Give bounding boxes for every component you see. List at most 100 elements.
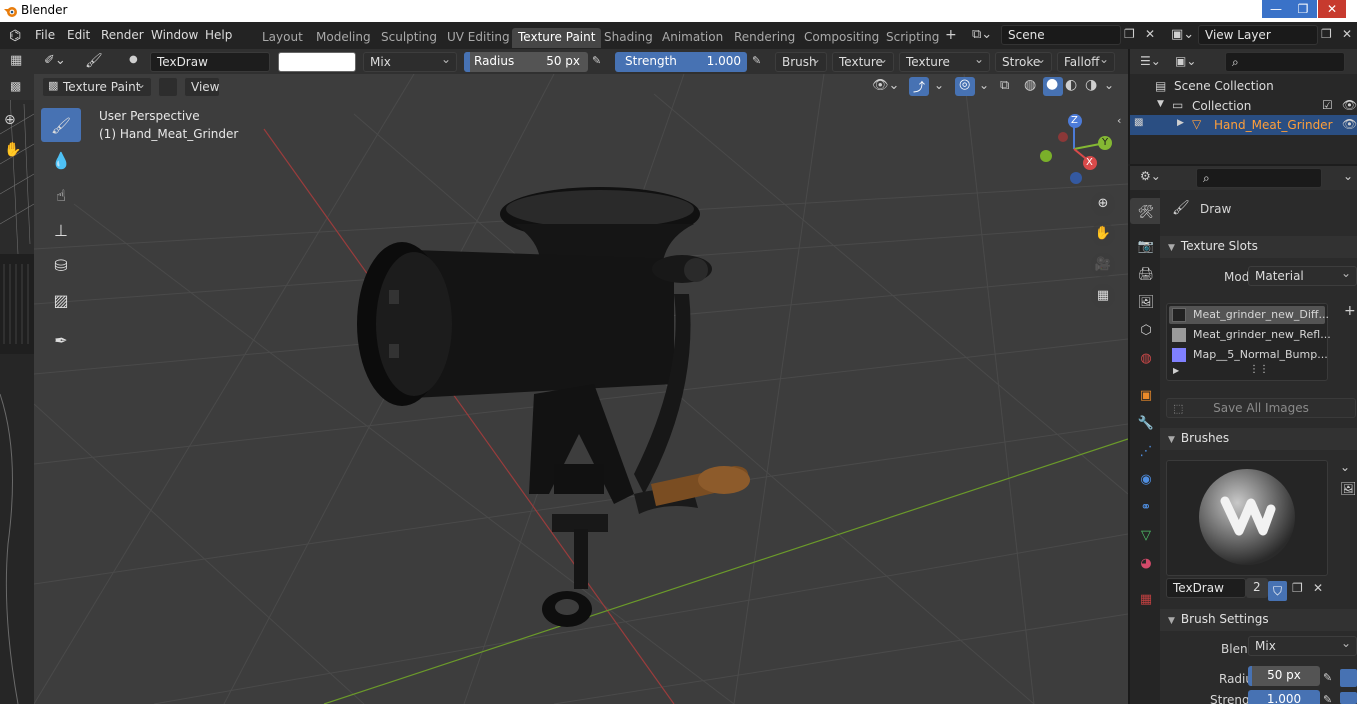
brushes-section-header[interactable]: ▼ Brushes [1160, 428, 1357, 450]
scene-selector-icon[interactable]: ⧉⌄ [972, 27, 992, 42]
menu-render[interactable]: Render [101, 28, 144, 42]
outliner-object-name[interactable]: Hand_Meat_Grinder [1214, 118, 1333, 132]
xray-toggle-icon[interactable]: ⧉ [1000, 78, 1009, 93]
properties-options-icon[interactable]: ⌄ [1343, 169, 1353, 183]
texture-mask-menu[interactable]: Texture Mask [899, 50, 990, 88]
texture-slots-section-header[interactable]: ▼ Texture Slots [1160, 236, 1357, 258]
tab-rendering[interactable]: Rendering [728, 28, 801, 48]
tab-texture-paint[interactable]: Texture Paint [512, 28, 602, 48]
brush-radius-slider[interactable]: 50 px [1248, 666, 1320, 686]
sidebar-toggle-icon[interactable]: ‹ [1117, 114, 1121, 127]
particles-tab-icon[interactable]: ⋰ [1137, 443, 1155, 461]
duplicate-brush-icon[interactable]: ❐ [1292, 581, 1303, 595]
blender-menu-icon[interactable]: ⌬ [9, 28, 21, 44]
tool-selector-icon[interactable]: ✐⌄ [44, 53, 66, 68]
expand-arrow-icon[interactable]: ▶ [1177, 118, 1184, 128]
collapse-arrow-icon[interactable]: ▼ [1157, 99, 1164, 109]
view-menu[interactable]: View [184, 77, 220, 97]
maximize-button[interactable]: ❐ [1289, 0, 1317, 18]
save-all-images-button[interactable]: ⬚ Save All Images [1166, 398, 1356, 418]
mode-dropdown[interactable]: Texture Paint [42, 75, 152, 97]
strength-pressure-icon[interactable]: ✎ [752, 54, 761, 67]
collection-include-checkbox[interactable]: ☑ [1322, 98, 1333, 112]
list-resize-grip-icon[interactable]: ⋮⋮ [1249, 364, 1269, 375]
tab-animation[interactable]: Animation [656, 28, 729, 48]
brush-browse-icon[interactable]: ● [129, 54, 138, 65]
render-tab-icon[interactable]: 📷 [1137, 238, 1155, 256]
fill-tool[interactable]: ⛁ [41, 248, 81, 282]
remove-scene-icon[interactable]: ✕ [1145, 27, 1155, 41]
pan-hand-icon[interactable]: ✋ [4, 142, 21, 158]
texture-slot-mode-dropdown[interactable]: Material [1248, 264, 1357, 286]
constraints-tab-icon[interactable]: ⚭ [1137, 499, 1155, 517]
close-window-button[interactable]: ✕ [1318, 0, 1346, 18]
mask-tool[interactable]: ▨ [41, 283, 81, 317]
texture-menu[interactable]: Texture [832, 50, 894, 72]
3d-viewport[interactable]: User Perspective (1) Hand_Meat_Grinder Z… [34, 74, 1128, 704]
outliner-collection[interactable]: Collection [1192, 99, 1251, 113]
brush-menu[interactable]: Brush [775, 50, 827, 72]
radius-pressure-icon[interactable]: ✎ [592, 54, 601, 67]
texture-tab-icon[interactable]: ▦ [1137, 591, 1155, 609]
brush-name-field[interactable]: TexDraw [150, 52, 270, 72]
minimize-button[interactable]: — [1262, 0, 1290, 18]
radius-unit-toggle[interactable] [1340, 669, 1357, 687]
shading-dropdown-icon[interactable]: ⌄ [1104, 78, 1114, 92]
overlay-dropdown-icon[interactable]: ⌄ [979, 78, 989, 92]
add-icon[interactable]: ⊕ [4, 112, 16, 128]
tab-sculpting[interactable]: Sculpting [375, 28, 443, 48]
menu-edit[interactable]: Edit [67, 28, 90, 42]
menu-window[interactable]: Window [151, 28, 198, 42]
strength-slider[interactable]: Strength 1.000 [615, 52, 747, 72]
menu-help[interactable]: Help [205, 28, 232, 42]
texture-slot-reflection[interactable]: Meat_grinder_new_Refl... [1193, 328, 1331, 341]
properties-search-input[interactable]: ⌕ [1196, 168, 1322, 188]
menu-file[interactable]: File [35, 28, 55, 42]
display-mode-icon[interactable]: ▣⌄ [1175, 54, 1196, 68]
ortho-toggle-icon[interactable]: ▦ [1091, 284, 1115, 308]
texture-slot-normal[interactable]: Map__5_Normal_Bump... [1193, 348, 1328, 361]
brush-radius-pressure-icon[interactable]: ✎ [1323, 671, 1332, 684]
brush-strength-pressure-icon[interactable]: ✎ [1323, 693, 1332, 704]
clone-tool[interactable]: ⊥ [41, 213, 81, 247]
wireframe-shading-icon[interactable]: ◍ [1024, 77, 1036, 93]
object-visibility-eye-icon[interactable]: 👁 [1342, 117, 1357, 131]
properties-editor-type-icon[interactable]: ⚙⌄ [1140, 169, 1161, 183]
collection-visibility-eye-icon[interactable]: 👁 [1342, 98, 1357, 112]
brush-users-count[interactable]: 2 [1246, 578, 1268, 598]
object-tab-icon[interactable]: ▣ [1137, 387, 1155, 405]
new-view-layer-icon[interactable]: ❐ [1321, 27, 1332, 41]
data-tab-icon[interactable]: ▽ [1137, 527, 1155, 545]
remove-view-layer-icon[interactable]: ✕ [1342, 27, 1352, 41]
brush-strength-slider[interactable]: 1.000 [1248, 690, 1320, 704]
paint-mask-toggle[interactable] [158, 77, 178, 97]
brush-blend-dropdown[interactable]: Mix [1248, 634, 1357, 656]
zoom-icon[interactable]: ⊕ [1091, 192, 1115, 216]
brush-preview-dropdown-icon[interactable]: ⌄ [1340, 460, 1350, 474]
fake-user-shield-icon[interactable]: ⛉ [1268, 581, 1287, 601]
tab-compositing[interactable]: Compositing [798, 28, 885, 48]
texture-slot-diffuse[interactable]: Meat_grinder_new_Diff... [1193, 308, 1329, 321]
gizmo-dropdown-icon[interactable]: ⌄ [934, 78, 944, 92]
output-tab-icon[interactable]: 🖨 [1137, 266, 1155, 284]
annotate-tool[interactable]: ✒ [41, 323, 81, 357]
tab-modeling[interactable]: Modeling [310, 28, 377, 48]
modifier-tab-icon[interactable]: 🔧 [1137, 415, 1155, 433]
radius-slider[interactable]: Radius 50 px [464, 52, 588, 72]
blend-mode-dropdown[interactable]: Mix [363, 50, 457, 72]
draw-tool[interactable]: 🖌 [41, 108, 81, 142]
tab-scripting[interactable]: Scripting [880, 28, 945, 48]
view-layer-name-field[interactable]: View Layer [1198, 25, 1318, 45]
tab-uv-editing[interactable]: UV Editing [441, 28, 516, 48]
editor-type-icon[interactable]: ▦ [10, 53, 22, 68]
list-expand-icon[interactable]: ▶ [1173, 366, 1179, 375]
view-layer-selector-icon[interactable]: ▣⌄ [1171, 27, 1194, 42]
image-editor-type-icon[interactable]: ▩ [10, 79, 21, 93]
falloff-menu[interactable]: Falloff [1057, 50, 1115, 72]
navigation-gizmo[interactable] [1034, 114, 1124, 189]
add-workspace-icon[interactable]: + [945, 27, 957, 43]
brush-datablock-name[interactable]: TexDraw [1166, 578, 1246, 598]
outliner-object-row[interactable]: ▩ ▶ ▽ Hand_Meat_Grinder 👁 [1130, 115, 1357, 135]
view-layer-tab-icon[interactable]: 🖼 [1137, 294, 1155, 312]
material-tab-icon[interactable]: ◕ [1137, 555, 1155, 573]
